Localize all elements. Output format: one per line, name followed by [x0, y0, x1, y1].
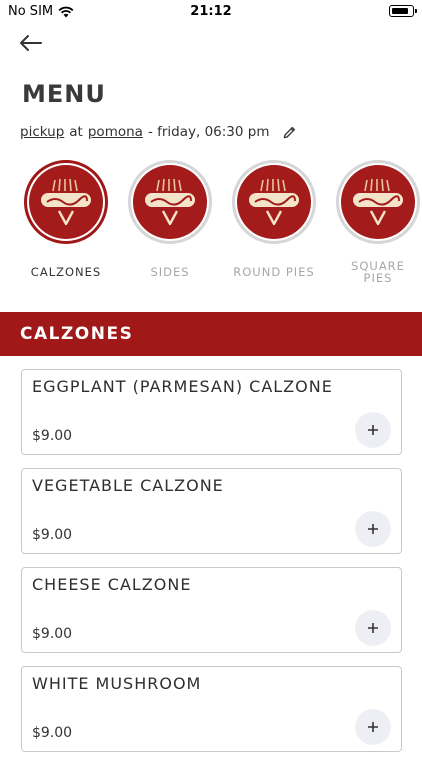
plus-icon: [368, 722, 378, 732]
pies-n-fries-logo: [237, 165, 311, 239]
plus-icon: [368, 425, 378, 435]
category-square-pies[interactable]: SQUARE PIES: [328, 160, 422, 284]
pencil-icon[interactable]: [282, 125, 297, 140]
category-round-pies[interactable]: ROUND PIES: [224, 160, 324, 278]
item-name: VEGETABLE CALZONE: [32, 476, 224, 495]
category-calzones[interactable]: CALZONES: [16, 160, 116, 278]
menu-item-card[interactable]: CHEESE CALZONE $9.00: [21, 567, 402, 653]
menu-item-list: EGGPLANT (PARMESAN) CALZONE $9.00 VEGETA…: [21, 369, 402, 765]
order-info: pickup at pomona - friday, 06:30 pm: [20, 124, 297, 140]
category-image-frame: [232, 160, 316, 244]
plus-icon: [368, 623, 378, 633]
plus-icon: [368, 524, 378, 534]
item-price: $9.00: [32, 725, 73, 741]
back-button[interactable]: [18, 30, 46, 56]
item-name: CHEESE CALZONE: [32, 575, 192, 594]
order-location-link[interactable]: pomona: [88, 124, 143, 140]
item-price: $9.00: [32, 428, 73, 444]
status-bar: No SIM 21:12: [0, 0, 422, 24]
item-price: $9.00: [32, 527, 73, 543]
category-label: SIDES: [150, 265, 190, 279]
category-image-frame: [128, 160, 212, 244]
item-name: WHITE MUSHROOM: [32, 674, 202, 693]
item-price: $9.00: [32, 626, 73, 642]
category-image-frame: [24, 160, 108, 244]
section-header: CALZONES: [0, 312, 422, 356]
arrow-left-icon: [20, 35, 42, 51]
add-item-button[interactable]: [355, 412, 391, 448]
page-title: MENU: [22, 80, 106, 108]
menu-item-card[interactable]: VEGETABLE CALZONE $9.00: [21, 468, 402, 554]
order-time-label: - friday, 06:30 pm: [147, 124, 270, 140]
order-mode-link[interactable]: pickup: [20, 124, 64, 140]
menu-item-card[interactable]: WHITE MUSHROOM $9.00: [21, 666, 402, 752]
category-label: SQUARE PIES: [351, 259, 405, 285]
category-image-frame: [336, 160, 420, 244]
battery-icon: [389, 5, 417, 17]
section-title: CALZONES: [20, 324, 134, 344]
add-item-button[interactable]: [355, 610, 391, 646]
category-sides[interactable]: SIDES: [120, 160, 220, 278]
category-carousel: CALZONES SIDES ROUND PIES SQUARE PIES: [0, 160, 422, 300]
pies-n-fries-logo: [133, 165, 207, 239]
order-at-label: at: [69, 124, 83, 140]
item-name: EGGPLANT (PARMESAN) CALZONE: [32, 377, 333, 396]
pies-n-fries-logo: [29, 165, 103, 239]
clock: 21:12: [190, 4, 232, 19]
add-item-button[interactable]: [355, 511, 391, 547]
add-item-button[interactable]: [355, 709, 391, 745]
pies-n-fries-logo: [341, 165, 415, 239]
menu-item-card[interactable]: EGGPLANT (PARMESAN) CALZONE $9.00: [21, 369, 402, 455]
category-label: CALZONES: [30, 265, 102, 279]
category-label: ROUND PIES: [233, 265, 315, 279]
